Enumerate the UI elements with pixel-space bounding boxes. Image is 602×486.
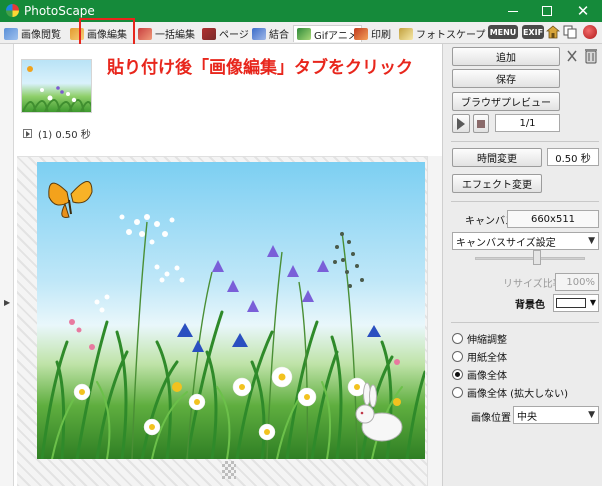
- tab-highlight-box: [79, 18, 135, 46]
- select-value: キャンバスサイズ設定: [456, 237, 556, 249]
- preview-image[interactable]: [37, 162, 425, 459]
- image-position-select[interactable]: 中央 ▼: [513, 406, 599, 424]
- photoscape-logo-icon: [6, 4, 19, 17]
- tab-combine[interactable]: 結合: [252, 25, 289, 42]
- control-panel: 追加 保存 ブラウザプレビュー 1/1 時間変更 0.50 秒 エフェクト変更 …: [442, 44, 602, 486]
- radio-label: 画像全体 (拡大しない): [467, 389, 568, 400]
- tab-print[interactable]: 印刷: [354, 25, 391, 42]
- radio-full-paper[interactable]: 用紙全体: [452, 349, 507, 364]
- resize-slider-thumb[interactable]: [533, 250, 541, 265]
- tab-label: ページ: [219, 30, 249, 41]
- browser-preview-button[interactable]: ブラウザプレビュー: [452, 92, 560, 111]
- radio-label: 用紙全体: [467, 353, 507, 364]
- batch-edit-icon: [138, 27, 152, 40]
- maximize-icon: [542, 6, 552, 16]
- window-title: PhotoScape: [24, 4, 95, 18]
- add-button[interactable]: 追加: [452, 47, 560, 66]
- separator: [451, 141, 599, 142]
- bg-color-swatch: [556, 298, 586, 308]
- tab-label: フォトスケープ: [416, 30, 486, 41]
- stop-icon: [477, 119, 485, 128]
- radio-label: 画像全体: [467, 371, 507, 382]
- tab-photoscape[interactable]: フォトスケープ: [399, 25, 485, 42]
- image-position-label: 画像位置: [471, 413, 511, 424]
- radio-dot: [452, 351, 463, 362]
- tab-image-viewer[interactable]: 画像閲覧: [4, 25, 61, 42]
- separator: [451, 322, 599, 323]
- play-button[interactable]: [452, 114, 470, 133]
- tab-gif-animation[interactable]: Gifアニメ: [293, 25, 362, 42]
- resize-slider-track[interactable]: [475, 257, 585, 260]
- collapse-arrow-icon[interactable]: ▶: [4, 298, 10, 307]
- close-button[interactable]: ✕: [566, 0, 600, 22]
- exif-button[interactable]: EXIF: [522, 25, 544, 39]
- copy-icon[interactable]: [563, 25, 577, 39]
- frame-counter: 1/1: [495, 114, 560, 132]
- tab-label: Gifアニメ: [314, 30, 358, 42]
- tab-label: 一括編集: [155, 30, 195, 41]
- resize-ratio-field: 100%: [555, 273, 599, 291]
- instruction-annotation: 貼り付け後「画像編集」タブをクリック: [107, 58, 413, 78]
- panel-divider[interactable]: ▶: [0, 44, 14, 486]
- radio-label: 伸縮調整: [467, 335, 507, 346]
- chevron-down-icon: ▼: [588, 410, 595, 420]
- chevron-down-icon: ▼: [588, 236, 595, 246]
- canvas-size-setting-select[interactable]: キャンバスサイズ設定 ▼: [452, 232, 599, 250]
- scissors-icon[interactable]: [565, 49, 579, 63]
- bg-color-picker[interactable]: ▼: [553, 294, 599, 312]
- canvas-right-margin: [427, 156, 442, 486]
- close-icon: ✕: [576, 1, 590, 20]
- radio-stretch[interactable]: 伸縮調整: [452, 331, 507, 346]
- gif-animation-icon: [297, 28, 311, 40]
- change-effect-button[interactable]: エフェクト変更: [452, 174, 542, 193]
- play-icon: [457, 117, 465, 130]
- page-icon: [202, 27, 216, 40]
- combine-icon: [252, 27, 266, 40]
- flower-meadow-illustration: [40, 181, 425, 459]
- photoscape-icon: [399, 27, 413, 40]
- home-icon[interactable]: [546, 25, 560, 39]
- bg-color-label: 背景色: [515, 300, 545, 311]
- separator: [451, 201, 599, 202]
- time-value-field[interactable]: 0.50 秒: [547, 148, 599, 166]
- save-button[interactable]: 保存: [452, 69, 560, 88]
- tab-label: 印刷: [371, 30, 391, 41]
- minimize-button[interactable]: [496, 0, 530, 22]
- tab-label: 結合: [269, 30, 289, 41]
- minimize-icon: [508, 10, 518, 12]
- radio-dot: [452, 369, 463, 380]
- print-icon: [354, 27, 368, 40]
- maximize-button[interactable]: [530, 0, 564, 22]
- canvas-size-field: 660x511: [507, 210, 599, 228]
- radio-full-image[interactable]: 画像全体: [452, 367, 507, 382]
- trash-icon[interactable]: [583, 47, 599, 64]
- select-value: 中央: [517, 411, 537, 423]
- change-time-button[interactable]: 時間変更: [452, 148, 542, 167]
- frame-thumbnail-image: [22, 66, 91, 112]
- globe-icon[interactable]: [583, 25, 597, 39]
- frame-thumbnail[interactable]: [21, 59, 92, 113]
- menu-button[interactable]: MENU: [488, 25, 518, 39]
- frame-caption: (1) 0.50 秒: [23, 126, 91, 141]
- frame-caption-text: (1) 0.50 秒: [38, 130, 91, 141]
- tab-label: 画像閲覧: [21, 30, 61, 41]
- tab-batch-edit[interactable]: 一括編集: [138, 25, 195, 42]
- preview-canvas: [17, 156, 442, 486]
- stop-button[interactable]: [473, 114, 489, 133]
- chevron-down-icon: ▼: [589, 298, 596, 307]
- canvas-scroll-handle[interactable]: [222, 461, 236, 479]
- radio-full-image-no-enlarge[interactable]: 画像全体 (拡大しない): [452, 385, 568, 400]
- frame-play-icon[interactable]: [23, 129, 32, 138]
- tab-page[interactable]: ページ: [202, 25, 249, 42]
- viewer-icon: [4, 27, 18, 40]
- radio-dot: [452, 387, 463, 398]
- resize-ratio-label: リサイズ比率: [503, 279, 563, 290]
- radio-dot: [452, 333, 463, 344]
